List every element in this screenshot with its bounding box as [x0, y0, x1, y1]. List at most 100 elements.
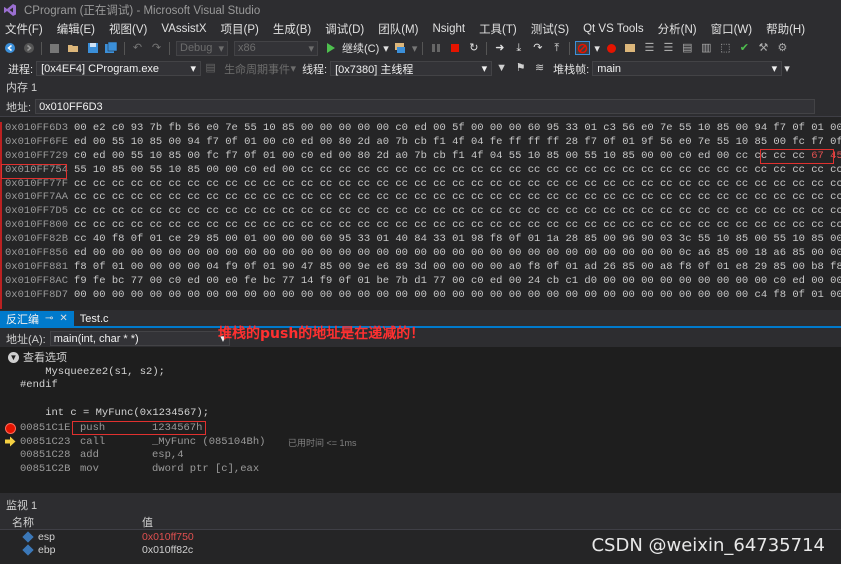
comment-icon[interactable]: ▤ — [680, 41, 695, 55]
tab-disassembly[interactable]: 反汇编 ⊸ ✕ — [0, 311, 74, 326]
menu-item[interactable]: 文件(F) — [0, 21, 50, 37]
menu-item[interactable]: 测试(S) — [524, 21, 576, 37]
continue-play-icon[interactable] — [323, 41, 338, 55]
tool-icon[interactable]: ⚒ — [756, 41, 771, 55]
open-folder-icon[interactable] — [66, 41, 81, 55]
show-next-statement-icon[interactable]: ➜ — [492, 41, 507, 55]
menu-item[interactable]: Nsight — [425, 23, 472, 35]
memory-row-bytes[interactable]: f8 0f 01 00 00 00 00 04 f9 0f 01 90 47 8… — [68, 261, 841, 275]
settings-icon[interactable]: ⚙ — [775, 41, 790, 55]
memory-row-bytes[interactable]: cc cc cc cc cc cc cc cc cc cc cc cc cc c… — [68, 191, 841, 205]
forward-icon[interactable] — [21, 41, 36, 55]
highlight-box-address — [1, 164, 67, 179]
checkmark-icon[interactable]: ✔ — [737, 41, 752, 55]
lifecycle-events-dropdown[interactable]: 生命周期事件 ▾ — [220, 61, 300, 76]
menu-item[interactable]: 调试(D) — [318, 21, 371, 37]
asm-address: 00851C28 — [20, 449, 71, 461]
menu-item[interactable]: 窗口(W) — [704, 21, 760, 37]
redo-icon[interactable]: ↷ — [149, 41, 164, 55]
memory-address-input[interactable]: 0x010FF6D3 — [35, 99, 816, 114]
thread-dropdown[interactable]: [0x7380] 主线程 ▾ — [330, 61, 493, 76]
menu-item[interactable]: 帮助(H) — [759, 21, 812, 37]
menu-item[interactable]: 项目(P) — [214, 21, 266, 37]
memory-row-bytes[interactable]: c0 ed 00 55 10 85 00 fc f7 0f 01 00 c0 e… — [68, 150, 811, 164]
watch-col-name[interactable]: 名称 — [0, 514, 142, 530]
filter-icon[interactable]: ▼ — [494, 62, 509, 76]
pause-icon[interactable] — [428, 41, 443, 55]
hex-display-icon[interactable] — [575, 41, 591, 55]
perf-tip[interactable]: 已用时间 <= 1ms — [288, 436, 357, 449]
menu-item[interactable]: 视图(V) — [102, 21, 154, 37]
new-project-icon[interactable] — [47, 41, 62, 55]
menu-item[interactable]: 工具(T) — [472, 21, 524, 37]
chevron-down-icon[interactable]: ▾ — [383, 42, 389, 55]
menu-item[interactable]: VAssistX — [154, 23, 213, 35]
memory-row-bytes[interactable]: 55 10 85 00 55 10 85 00 00 c0 ed 00 cc c… — [68, 164, 841, 178]
stackframe-dropdown[interactable]: main ▾ — [592, 61, 783, 76]
memory-row-bytes[interactable]: 00 00 00 00 00 00 00 00 00 00 00 00 00 0… — [68, 289, 841, 303]
outdent-icon[interactable]: ☰ — [661, 41, 676, 55]
restart-icon[interactable]: ↻ — [466, 41, 481, 55]
watch-col-value[interactable]: 值 — [142, 514, 153, 530]
tab-test-c[interactable]: Test.c — [74, 311, 115, 326]
threads-icon[interactable]: ≋ — [532, 62, 547, 76]
solution-config-dropdown[interactable]: Debug ▾ — [176, 40, 228, 56]
watch-value[interactable]: 0x010ff82c — [142, 544, 193, 556]
breakpoint-toggle-icon[interactable] — [604, 41, 619, 55]
memory-row-bytes[interactable]: cc 40 f8 0f 01 ce 29 85 00 01 00 00 00 6… — [68, 233, 841, 247]
chevron-down-icon[interactable]: ▾ — [594, 42, 600, 55]
memory-row: 0x010FF800 cc cc cc cc cc cc cc cc cc cc … — [0, 219, 841, 233]
stop-icon[interactable] — [447, 41, 462, 55]
menu-item[interactable]: 团队(M) — [371, 21, 425, 37]
disasm-address-dropdown[interactable]: main(int, char * *) ▾ — [49, 331, 230, 346]
memory-row-bytes[interactable]: cc cc cc cc cc cc cc cc cc cc cc cc cc c… — [68, 205, 841, 219]
step-over-icon[interactable]: ↷ — [530, 41, 545, 55]
watch-value[interactable]: 0x010ff750 — [142, 531, 194, 543]
disasm-address-label: 地址(A): — [6, 333, 46, 346]
memory-row-bytes[interactable]: ed 00 00 00 00 00 00 00 00 00 00 00 00 0… — [68, 247, 841, 261]
menu-item[interactable]: 分析(N) — [651, 21, 704, 37]
attach-icon[interactable] — [393, 41, 408, 55]
build-icon[interactable]: ⬚ — [718, 41, 733, 55]
process-dropdown[interactable]: [0x4EF4] CProgram.exe ▾ — [36, 61, 202, 76]
memory-row-bytes[interactable]: ed 00 55 10 85 00 94 f7 0f 01 00 c0 ed 0… — [68, 136, 841, 150]
asm-line[interactable]: 00851C28 add esp,4 — [20, 449, 280, 461]
undo-icon[interactable]: ↶ — [130, 41, 145, 55]
toolbar-separator — [124, 41, 125, 55]
memory-row-bytes[interactable]: cc cc cc cc cc cc cc cc cc cc cc cc cc c… — [68, 178, 841, 192]
watch-name: ebp — [38, 543, 56, 556]
chevron-down-icon: ▾ — [308, 42, 314, 55]
menu-item[interactable]: 生成(B) — [266, 21, 318, 37]
save-icon[interactable] — [85, 41, 100, 55]
menu-item[interactable]: Qt VS Tools — [576, 23, 651, 35]
bookmark-icon[interactable] — [623, 41, 638, 55]
visual-studio-logo-icon — [0, 0, 20, 20]
asm-line[interactable]: 00851C2B mov dword ptr [c],eax — [20, 463, 280, 475]
chevron-down-icon[interactable]: ▾ — [412, 42, 418, 55]
instruction-pointer-arrow-icon — [5, 436, 16, 447]
memory-row-bytes[interactable]: cc cc cc cc cc cc cc cc cc cc cc cc cc c… — [68, 219, 841, 233]
memory-row: 0x010FF82B cc 40 f8 0f 01 ce 29 85 00 01 … — [0, 233, 841, 247]
lifecycle-icon: ▤ — [205, 62, 216, 74]
back-icon[interactable] — [2, 41, 17, 55]
asm-line[interactable]: 00851C23 call _MyFunc (085104Bh) 已用时间 <= 1m… — [20, 436, 357, 449]
memory-row-bytes[interactable]: f9 fe bc 77 00 c0 ed 00 e0 fe bc 77 14 f… — [68, 275, 841, 289]
uncomment-icon[interactable]: ▥ — [699, 41, 714, 55]
flag-icon[interactable]: ⚑ — [513, 62, 528, 76]
chevron-down-icon: ▾ — [290, 63, 297, 75]
pin-icon[interactable]: ⊸ — [45, 313, 53, 324]
step-into-icon[interactable]: ⤓ — [511, 41, 526, 55]
continue-button[interactable]: 继续(C) — [342, 40, 379, 56]
indent-icon[interactable]: ☰ — [642, 41, 657, 55]
step-out-icon[interactable]: ⤒ — [549, 41, 564, 55]
platform-dropdown[interactable]: x86 ▾ — [234, 40, 318, 56]
chevron-down-icon: ▾ — [218, 42, 224, 55]
memory-row-bytes[interactable]: 00 e2 c0 93 7b fb 56 e0 7e 55 10 85 00 0… — [68, 122, 841, 136]
breakpoint-icon[interactable] — [5, 423, 16, 434]
view-options-toggle[interactable]: ▼ 查看选项 — [8, 349, 67, 365]
close-icon[interactable]: ✕ — [59, 313, 67, 324]
save-all-icon[interactable] — [104, 41, 119, 55]
toolbar-overflow-icon[interactable]: ▾ — [784, 62, 790, 75]
menu-item[interactable]: 编辑(E) — [50, 21, 102, 37]
memory-row: 0x010FF856 ed 00 00 00 00 00 00 00 00 00 … — [0, 247, 841, 261]
